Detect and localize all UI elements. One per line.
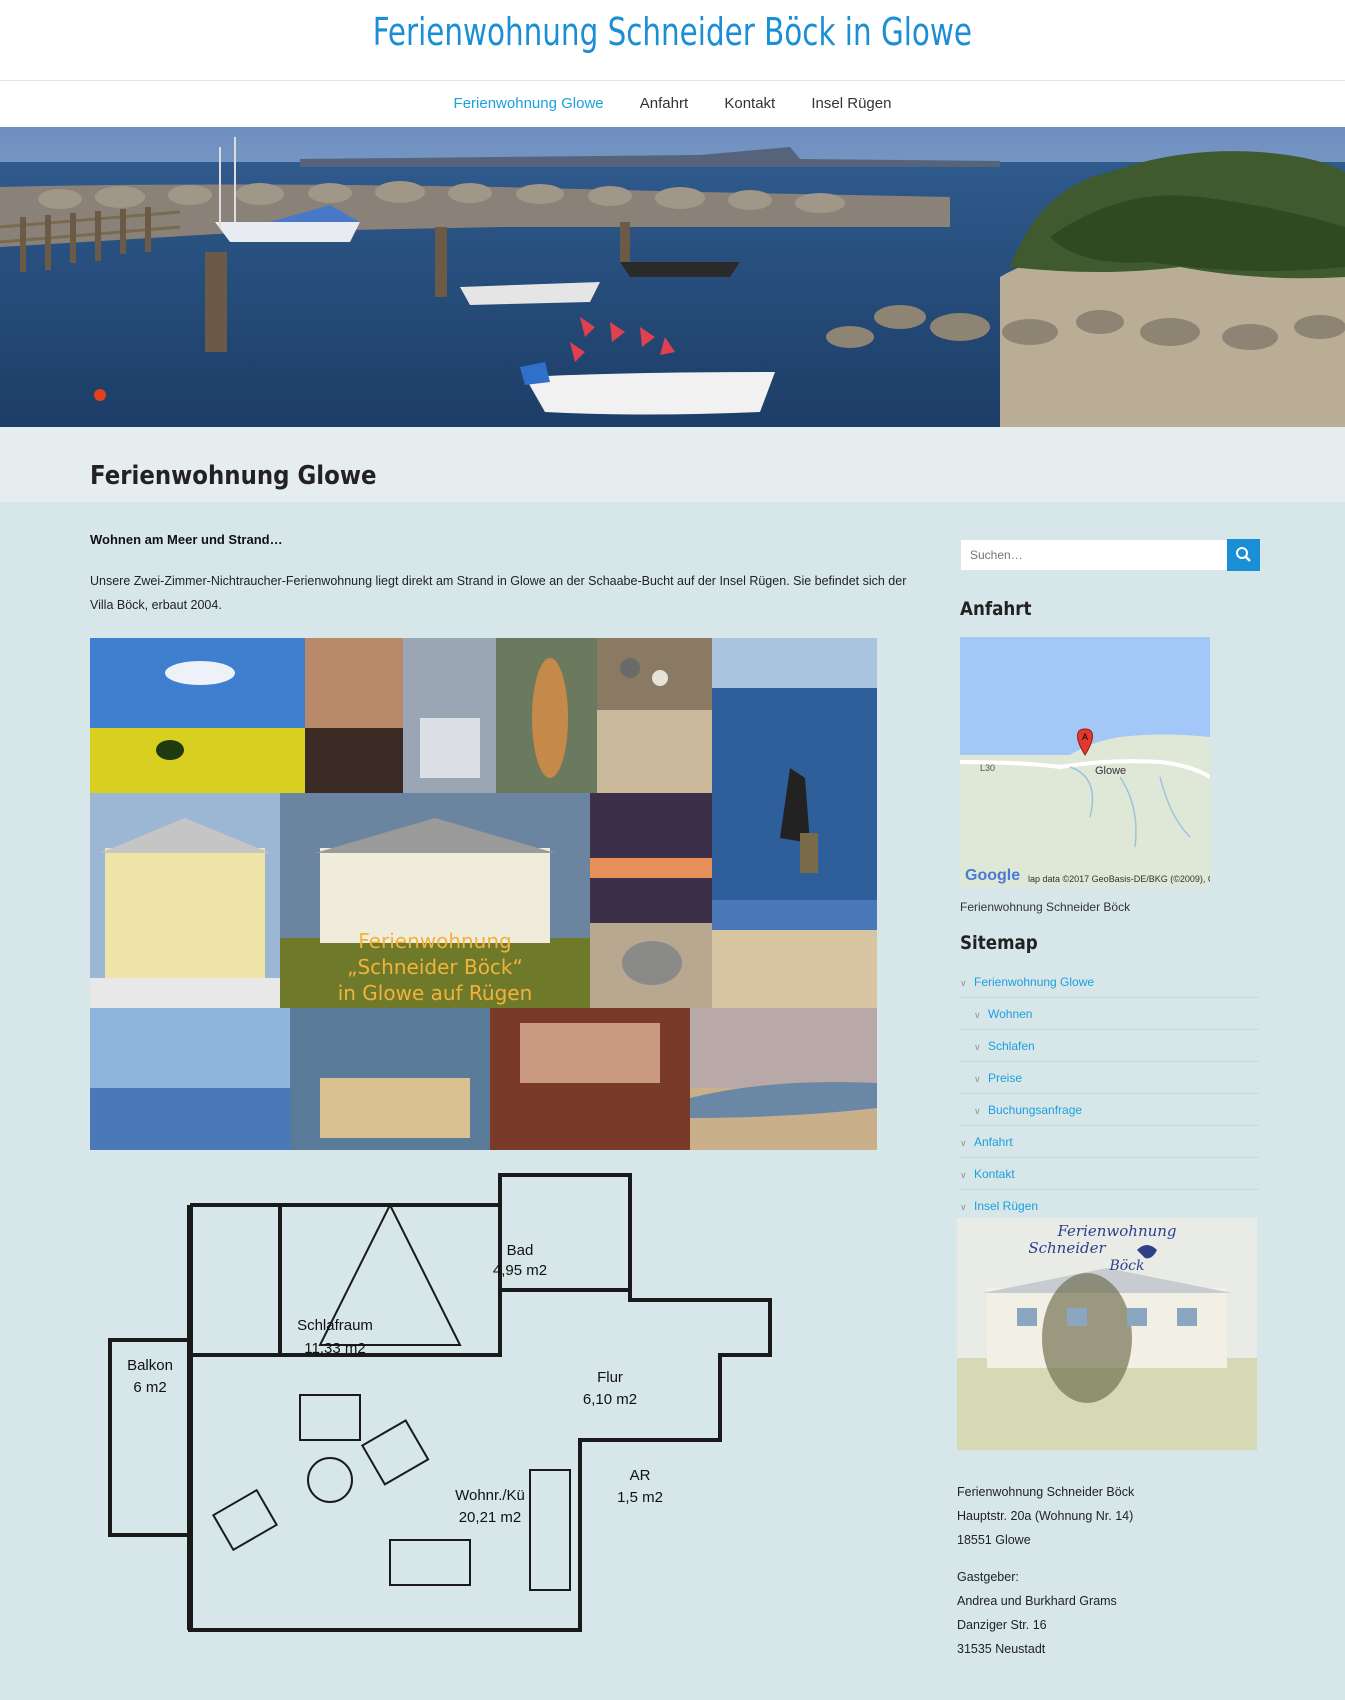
sitemap-widget-title: Sitemap	[960, 932, 1038, 954]
map-image: L30 A Glowe Google lap data ©2017 GeoBas…	[960, 637, 1210, 887]
search-icon	[1236, 547, 1251, 562]
map-attribution: lap data ©2017 GeoBasis-DE/BKG (©2009), …	[1028, 874, 1210, 884]
collage-caption-line3: in Glowe auf Rügen	[338, 981, 533, 1005]
host-line: 31535 Neustadt	[957, 1642, 1046, 1656]
sitemap-item: ∨ Ferienwohnung Glowe	[960, 966, 1260, 998]
site-header: Ferienwohnung Schneider Böck in Glowe	[0, 0, 1345, 81]
room-flur-area: 6,10 m2	[583, 1391, 637, 1408]
house-photo: Ferienwohnung Schneider Böck	[957, 1218, 1257, 1450]
sitemap-item: ∨ Preise	[960, 1062, 1260, 1094]
chevron-down-icon: ∨	[974, 1010, 981, 1020]
chevron-down-icon: ∨	[974, 1106, 981, 1116]
harbor-photo	[0, 127, 1345, 427]
intro-text: Unsere Zwei-Zimmer-Nichtraucher-Ferienwo…	[90, 574, 907, 612]
host-line: Danziger Str. 16	[957, 1618, 1047, 1632]
sitemap-item: ∨ Kontakt	[960, 1158, 1260, 1190]
location-map[interactable]: L30 A Glowe Google lap data ©2017 GeoBas…	[960, 637, 1210, 887]
room-balkon-name: Balkon	[127, 1357, 173, 1374]
address-line: 18551 Glowe	[957, 1533, 1031, 1547]
anfahrt-widget-title: Anfahrt	[960, 598, 1032, 620]
chevron-down-icon: ∨	[974, 1074, 981, 1084]
room-flur-name: Flur	[597, 1369, 623, 1386]
house-logo-image: Ferienwohnung Schneider Böck	[957, 1218, 1257, 1450]
nav-item-ferienwohnung-glowe[interactable]: Ferienwohnung Glowe	[454, 81, 604, 127]
sitemap-link-wohnen[interactable]: Wohnen	[988, 1007, 1032, 1021]
nav-item-anfahrt[interactable]: Anfahrt	[640, 81, 688, 127]
room-schlafraum-name: Schlafraum	[297, 1317, 373, 1334]
logo-text-line2: Schneider	[1028, 1239, 1106, 1257]
collage-caption-line1: Ferienwohnung	[358, 929, 511, 953]
intro-heading: Wohnen am Meer und Strand…	[90, 532, 283, 547]
sitemap-item: ∨ Buchungsanfrage	[960, 1094, 1260, 1126]
sitemap-link-insel-ruegen[interactable]: Insel Rügen	[974, 1199, 1038, 1213]
sitemap-link-kontakt[interactable]: Kontakt	[974, 1167, 1015, 1181]
chevron-down-icon: ∨	[960, 1138, 967, 1148]
photo-collage[interactable]: Ferienwohnung „Schneider Böck“ in Glowe …	[90, 638, 877, 1150]
collage-image: Ferienwohnung „Schneider Böck“ in Glowe …	[90, 638, 877, 1150]
room-wohnraum-area: 20,21 m2	[459, 1509, 522, 1526]
nav-item-insel-ruegen[interactable]: Insel Rügen	[811, 81, 891, 127]
room-bad-area: 4,95 m2	[493, 1262, 547, 1279]
host-line: Andrea und Burkhard Grams	[957, 1594, 1117, 1608]
page-title: Ferienwohnung Glowe	[90, 461, 377, 491]
main-nav: Ferienwohnung Glowe Anfahrt Kontakt Inse…	[0, 81, 1345, 127]
floor-plan-drawing: Bad 4,95 m2 Schlafraum 11,33 m2 Balkon 6…	[108, 1173, 772, 1632]
map-marker-letter: A	[1082, 732, 1088, 742]
hero-image	[0, 127, 1345, 427]
chevron-down-icon: ∨	[974, 1042, 981, 1052]
sitemap-link-ferienwohnung-glowe[interactable]: Ferienwohnung Glowe	[974, 975, 1094, 989]
search-input[interactable]	[960, 539, 1228, 571]
sitemap-link-preise[interactable]: Preise	[988, 1071, 1022, 1085]
logo-text-line1: Ferienwohnung	[1056, 1222, 1176, 1240]
room-ar-area: 1,5 m2	[617, 1489, 663, 1506]
room-schlafraum-area: 11,33 m2	[304, 1340, 365, 1357]
host-block: Gastgeber: Andrea und Burkhard Grams Dan…	[957, 1565, 1117, 1661]
logo-text-line3: Böck	[1108, 1258, 1144, 1274]
search-widget	[960, 539, 1260, 571]
address-block: Ferienwohnung Schneider Böck Hauptstr. 2…	[957, 1480, 1134, 1552]
map-road-label: L30	[980, 763, 995, 773]
floor-plan: Bad 4,95 m2 Schlafraum 11,33 m2 Balkon 6…	[100, 1170, 800, 1675]
sitemap-link-schlafen[interactable]: Schlafen	[988, 1039, 1035, 1053]
nav-item-kontakt[interactable]: Kontakt	[724, 81, 775, 127]
address-line: Hauptstr. 20a (Wohnung Nr. 14)	[957, 1509, 1134, 1523]
map-caption: Ferienwohnung Schneider Böck	[960, 900, 1131, 914]
sitemap-list: ∨ Ferienwohnung Glowe ∨ Wohnen ∨ Schlafen ∨…	[960, 966, 1260, 1222]
sitemap-item: ∨ Wohnen	[960, 998, 1260, 1030]
sitemap-item: ∨ Schlafen	[960, 1030, 1260, 1062]
room-bad-name: Bad	[507, 1242, 534, 1259]
host-label: Gastgeber:	[957, 1570, 1019, 1584]
chevron-down-icon: ∨	[960, 1170, 967, 1180]
sitemap-item: ∨ Anfahrt	[960, 1126, 1260, 1158]
collage-caption-line2: „Schneider Böck“	[347, 955, 523, 979]
address-line: Ferienwohnung Schneider Böck	[957, 1485, 1135, 1499]
site-title[interactable]: Ferienwohnung Schneider Böck in Glowe	[373, 10, 972, 54]
google-logo: Google	[965, 867, 1020, 884]
page-title-bar: Ferienwohnung Glowe	[0, 427, 1345, 502]
room-ar-name: AR	[630, 1467, 651, 1484]
search-button[interactable]	[1227, 539, 1260, 571]
sitemap-link-anfahrt[interactable]: Anfahrt	[974, 1135, 1013, 1149]
sitemap-link-buchungsanfrage[interactable]: Buchungsanfrage	[988, 1103, 1082, 1117]
main-content: Wohnen am Meer und Strand… Unsere Zwei-Z…	[90, 532, 910, 617]
map-place-label: Glowe	[1095, 765, 1126, 777]
room-wohnraum-name: Wohnr./Kü	[455, 1487, 525, 1504]
chevron-down-icon: ∨	[960, 978, 967, 988]
room-balkon-area: 6 m2	[133, 1379, 166, 1396]
